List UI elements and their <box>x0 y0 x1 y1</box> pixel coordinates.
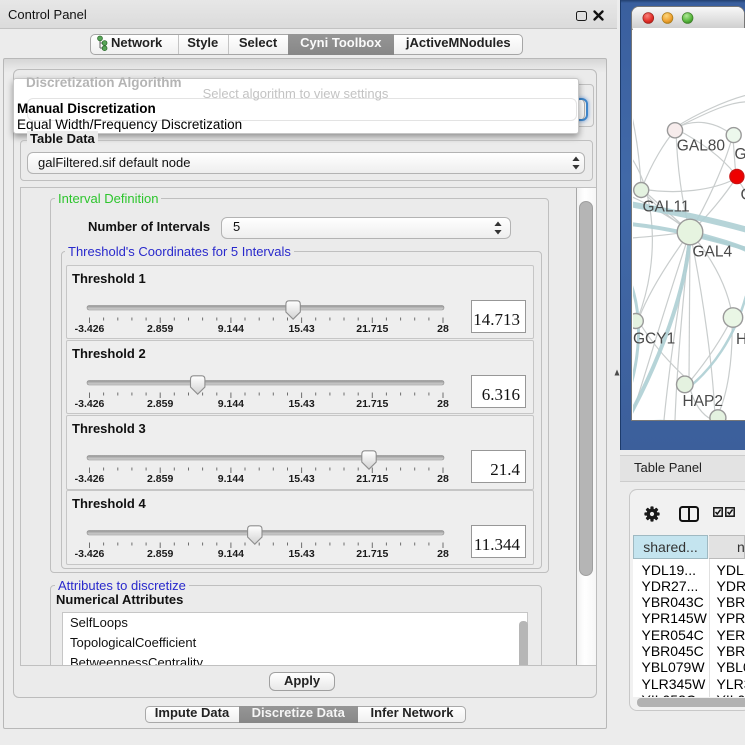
svg-text:21.715: 21.715 <box>356 548 388 560</box>
svg-text:GA: GA <box>735 146 745 163</box>
svg-text:-3.426: -3.426 <box>75 548 105 560</box>
svg-text:HAP2: HAP2 <box>683 393 724 410</box>
svg-text:2.859: 2.859 <box>147 473 173 485</box>
svg-text:28: 28 <box>437 398 449 410</box>
svg-text:C: C <box>741 187 745 204</box>
svg-text:-3.426: -3.426 <box>75 398 105 410</box>
svg-text:9.144: 9.144 <box>218 548 244 560</box>
svg-text:21.715: 21.715 <box>356 398 388 410</box>
svg-text:9.144: 9.144 <box>218 323 244 335</box>
svg-text:-3.426: -3.426 <box>75 473 105 485</box>
svg-text:GAL11: GAL11 <box>643 199 690 216</box>
svg-text:15.43: 15.43 <box>288 548 314 560</box>
svg-text:28: 28 <box>437 323 449 335</box>
svg-text:GAL80: GAL80 <box>677 138 726 155</box>
svg-text:-3.426: -3.426 <box>75 323 105 335</box>
svg-text:9.144: 9.144 <box>218 398 244 410</box>
svg-text:2.859: 2.859 <box>147 548 173 560</box>
svg-text:2.859: 2.859 <box>147 398 173 410</box>
svg-text:GCY1: GCY1 <box>633 331 675 348</box>
svg-text:21.715: 21.715 <box>356 473 388 485</box>
svg-text:21.715: 21.715 <box>356 323 388 335</box>
svg-text:15.43: 15.43 <box>288 473 314 485</box>
svg-text:GAL4: GAL4 <box>693 244 733 261</box>
svg-text:28: 28 <box>437 548 449 560</box>
svg-text:15.43: 15.43 <box>288 398 314 410</box>
svg-text:28: 28 <box>437 473 449 485</box>
svg-text:9.144: 9.144 <box>218 473 244 485</box>
svg-text:H: H <box>736 331 745 348</box>
svg-text:2.859: 2.859 <box>147 323 173 335</box>
svg-text:15.43: 15.43 <box>288 323 314 335</box>
